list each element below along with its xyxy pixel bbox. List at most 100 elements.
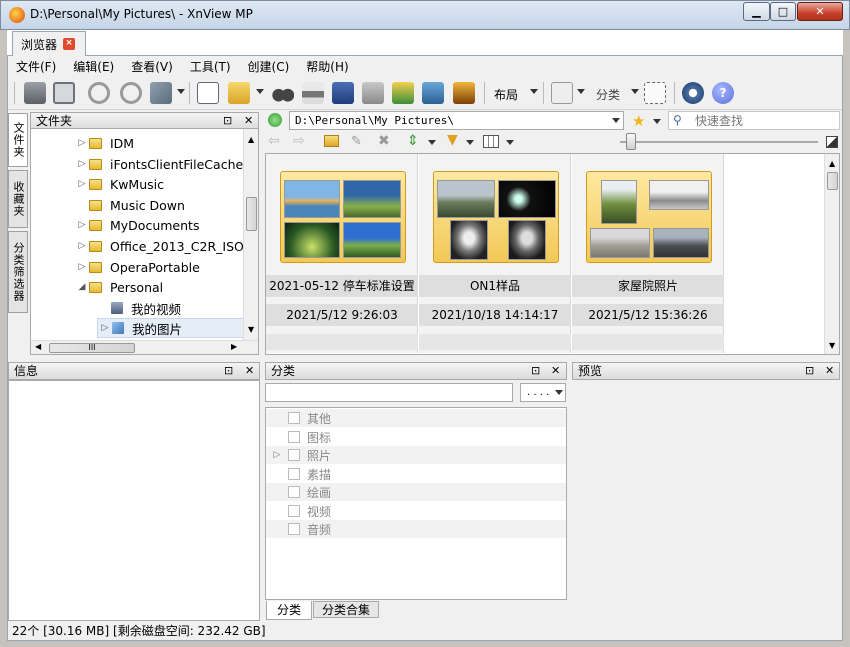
tree-item[interactable]: ▷ KwMusic [75, 174, 164, 194]
scan-icon[interactable] [332, 82, 354, 104]
scroll-down-icon[interactable]: ▼ [248, 325, 254, 334]
settings-gear-icon[interactable] [682, 82, 704, 104]
batch-rename-icon[interactable] [392, 82, 414, 104]
forward-arrow-icon[interactable]: ⇨ [293, 133, 305, 149]
help-icon[interactable]: ? [712, 82, 734, 104]
transform-dropdown-icon[interactable] [177, 89, 185, 94]
scroll-left-icon[interactable]: ◀ [35, 342, 41, 351]
slideshow-icon[interactable] [453, 82, 475, 104]
expand-arrow-icon[interactable]: ▷ [98, 323, 112, 333]
rotate-right-icon[interactable] [120, 82, 142, 104]
category-item[interactable]: 其他 [266, 409, 566, 427]
category-panel-close-icon[interactable]: ✕ [551, 363, 560, 379]
category-search-input[interactable] [265, 383, 513, 402]
open-with-dropdown-icon[interactable] [256, 89, 264, 94]
minimize-button[interactable]: ▁ [743, 2, 770, 21]
scroll-thumb[interactable]: III [49, 343, 135, 353]
info-panel-close-icon[interactable]: ✕ [245, 363, 254, 379]
tree-item[interactable]: ▷ MyDocuments [75, 215, 200, 235]
side-tab-favorites[interactable]: 收藏夹 [8, 170, 28, 228]
menu-edit[interactable]: 编辑(E) [73, 58, 114, 75]
category-checkbox[interactable] [288, 505, 300, 517]
category-tab-categories[interactable]: 分类 [266, 601, 312, 620]
category-checkbox[interactable] [288, 486, 300, 498]
open-with-icon[interactable] [228, 82, 250, 104]
tree-item[interactable]: ◢ Personal [75, 277, 164, 297]
view-mode-icon[interactable] [483, 135, 499, 148]
properties-icon[interactable] [197, 82, 219, 104]
expand-arrow-icon[interactable]: ▷ [75, 159, 89, 169]
layout-dropdown-icon[interactable] [530, 89, 538, 94]
dropdown-arrow-icon[interactable] [555, 390, 563, 395]
scroll-thumb[interactable] [827, 172, 838, 190]
category-checkbox[interactable] [288, 412, 300, 424]
category-tree[interactable]: 其他 图标 ▷ 照片 素描 绘画 视频 音频 [265, 407, 567, 600]
scroll-up-icon[interactable]: ▲ [829, 159, 835, 168]
menu-file[interactable]: 文件(F) [16, 58, 56, 75]
category-tab-category-sets[interactable]: 分类合集 [313, 601, 379, 618]
rename-pencil-icon[interactable]: ✎ [351, 134, 362, 149]
new-folder-icon[interactable] [324, 135, 339, 147]
view-mode-dropdown-icon[interactable] [506, 140, 514, 145]
sort-dropdown-icon[interactable] [428, 140, 436, 145]
expand-arrow-icon[interactable]: ▷ [266, 450, 288, 460]
expand-arrow-icon[interactable]: ▷ [75, 138, 89, 148]
maximize-button[interactable]: □ [770, 2, 796, 21]
tree-vertical-scrollbar[interactable]: ▲ ▼ [243, 129, 258, 340]
scroll-down-icon[interactable]: ▼ [829, 341, 835, 350]
category-item[interactable]: 素描 [266, 465, 566, 483]
thumbnail-vertical-scrollbar[interactable]: ▲ ▼ [824, 154, 839, 354]
layout-button[interactable]: 布局 [494, 86, 518, 103]
category-panel-float-icon[interactable]: ⊡ [531, 363, 540, 379]
tree-item[interactable]: 我的视频 [97, 298, 181, 318]
category-set-dropdown[interactable]: . . . . [520, 383, 566, 402]
compare-dropdown-icon[interactable] [577, 89, 585, 94]
category-checkbox[interactable] [288, 449, 300, 461]
quick-search-box[interactable]: ⚲ [668, 111, 840, 130]
batch-convert-icon[interactable] [362, 82, 384, 104]
tab-close-icon[interactable]: × [63, 38, 76, 50]
transform-icon[interactable] [150, 82, 172, 104]
tree-item[interactable]: ▷ Office_2013_C2R_ISO_1 [75, 236, 258, 256]
category-item[interactable]: ▷ 照片 [266, 446, 566, 464]
scroll-thumb[interactable] [246, 197, 257, 231]
compare-icon[interactable] [551, 82, 573, 104]
close-window-button[interactable]: ✕ [797, 2, 843, 21]
fullscreen-icon[interactable] [24, 82, 46, 104]
preview-panel-float-icon[interactable]: ⊡ [805, 363, 814, 379]
category-dropdown-icon[interactable] [631, 89, 639, 94]
preview-panel-close-icon[interactable]: ✕ [825, 363, 834, 379]
quick-search-input[interactable] [693, 113, 833, 128]
find-binoculars-icon[interactable] [272, 82, 294, 104]
menu-create[interactable]: 创建(C) [248, 58, 290, 75]
scroll-up-icon[interactable]: ▲ [248, 135, 254, 144]
delete-x-icon[interactable]: ✖ [378, 133, 390, 149]
thumbnail-size-slider[interactable] [620, 141, 818, 143]
folder-tree[interactable]: ▷ IDM ▷ iFontsClientFileCache ▷ KwMusic Mus… [30, 128, 259, 355]
category-item[interactable]: 绘画 [266, 483, 566, 501]
rotate-left-icon[interactable] [88, 82, 110, 104]
menu-view[interactable]: 查看(V) [131, 58, 173, 75]
filter-dropdown-icon[interactable] [466, 140, 474, 145]
collapse-arrow-icon[interactable]: ◢ [75, 282, 89, 292]
fit-window-icon[interactable] [53, 82, 75, 104]
expand-arrow-icon[interactable]: ▷ [75, 220, 89, 230]
favorite-dropdown-icon[interactable] [653, 119, 661, 124]
menu-help[interactable]: 帮助(H) [306, 58, 348, 75]
tree-item[interactable]: ▷ IDM [75, 133, 135, 153]
thumbnail-card[interactable]: 家屋院照片 2021/5/12 15:36:26 [572, 154, 724, 353]
expand-arrow-icon[interactable]: ▷ [75, 262, 89, 272]
expand-arrow-icon[interactable]: ▷ [75, 179, 89, 189]
scroll-right-icon[interactable]: ▶ [231, 342, 237, 351]
favorite-star-icon[interactable]: ★ [632, 112, 645, 130]
tree-horizontal-scrollbar[interactable]: ◀ III ▶ [31, 340, 258, 354]
category-item[interactable]: 视频 [266, 502, 566, 520]
category-checkbox[interactable] [288, 431, 300, 443]
side-tab-category-filter[interactable]: 分类筛选器 [8, 231, 28, 313]
go-up-arrow-icon[interactable] [268, 113, 282, 127]
thumbnail-size-slider-handle[interactable] [626, 133, 636, 150]
filter-funnel-icon[interactable]: ▼ [447, 132, 458, 148]
tree-item[interactable]: ▷ OperaPortable [75, 257, 200, 277]
folders-panel-close-icon[interactable]: ✕ [244, 113, 253, 129]
category-item[interactable]: 音频 [266, 520, 566, 538]
